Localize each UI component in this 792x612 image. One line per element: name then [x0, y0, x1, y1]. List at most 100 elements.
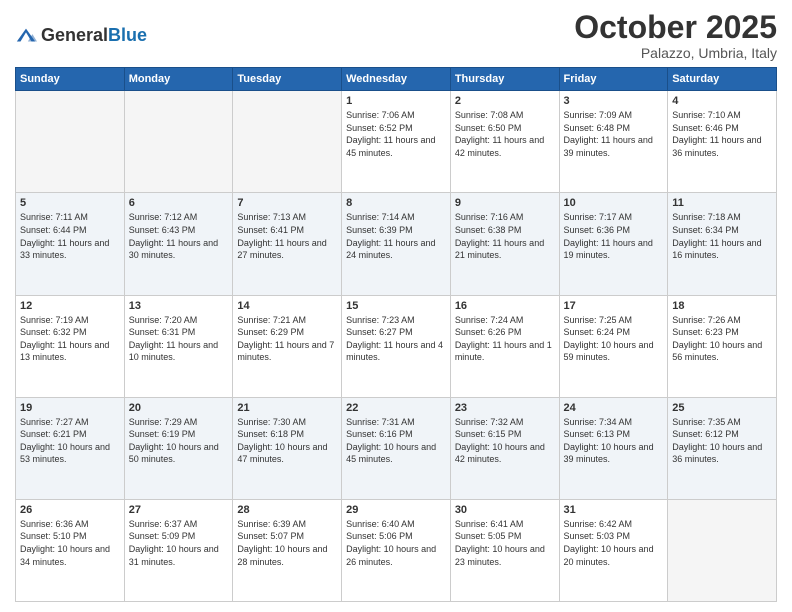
day-info: Sunrise: 7:16 AM Sunset: 6:38 PM Dayligh…: [455, 211, 555, 261]
calendar-week-row: 19Sunrise: 7:27 AM Sunset: 6:21 PM Dayli…: [16, 397, 777, 499]
calendar-header-row: Sunday Monday Tuesday Wednesday Thursday…: [16, 68, 777, 91]
day-info: Sunrise: 7:27 AM Sunset: 6:21 PM Dayligh…: [20, 416, 120, 466]
table-row: 1 Sunrise: 7:06 AM Sunset: 6:52 PM Daylig…: [342, 91, 451, 193]
table-row: 14 Sunrise: 7:21 AM Sunset: 6:29 PM Dayli…: [233, 295, 342, 397]
table-row: 9 Sunrise: 7:16 AM Sunset: 6:38 PM Daylig…: [450, 193, 559, 295]
day-info: Sunrise: 7:18 AM Sunset: 6:34 PM Dayligh…: [672, 211, 772, 261]
table-row: [668, 499, 777, 601]
day-info: Sunrise: 7:34 AM Sunset: 6:13 PM Dayligh…: [564, 416, 664, 466]
col-tuesday: Tuesday: [233, 68, 342, 91]
day-number: 10: [564, 197, 664, 209]
table-row: 19Sunrise: 7:27 AM Sunset: 6:21 PM Dayli…: [16, 397, 125, 499]
logo-text-blue: Blue: [108, 25, 147, 45]
day-number: 5: [20, 197, 120, 209]
table-row: 23 Sunrise: 7:32 AM Sunset: 6:15 PM Dayli…: [450, 397, 559, 499]
day-info: Sunrise: 7:10 AM Sunset: 6:46 PM Dayligh…: [672, 109, 772, 159]
table-row: 15 Sunrise: 7:23 AM Sunset: 6:27 PM Dayli…: [342, 295, 451, 397]
day-number: 21: [237, 402, 337, 414]
table-row: 21Sunrise: 7:30 AM Sunset: 6:18 PM Dayli…: [233, 397, 342, 499]
day-info: Sunrise: 6:37 AM Sunset: 5:09 PM Dayligh…: [129, 518, 229, 568]
day-number: 18: [672, 300, 772, 312]
day-number: 17: [564, 300, 664, 312]
day-number: 31: [564, 504, 664, 516]
day-info: Sunrise: 7:09 AM Sunset: 6:48 PM Dayligh…: [564, 109, 664, 159]
table-row: 18 Sunrise: 7:26 AM Sunset: 6:23 PM Dayli…: [668, 295, 777, 397]
day-number: 27: [129, 504, 229, 516]
day-number: 9: [455, 197, 555, 209]
table-row: 4 Sunrise: 7:10 AM Sunset: 6:46 PM Daylig…: [668, 91, 777, 193]
logo-text-general: General: [41, 25, 108, 45]
day-info: Sunrise: 7:14 AM Sunset: 6:39 PM Dayligh…: [346, 211, 446, 261]
header: GeneralBlue October 2025 Palazzo, Umbria…: [15, 10, 777, 61]
day-info: Sunrise: 7:35 AM Sunset: 6:12 PM Dayligh…: [672, 416, 772, 466]
table-row: 11 Sunrise: 7:18 AM Sunset: 6:34 PM Dayli…: [668, 193, 777, 295]
day-number: 15: [346, 300, 446, 312]
day-info: Sunrise: 7:21 AM Sunset: 6:29 PM Dayligh…: [237, 314, 337, 364]
table-row: 17 Sunrise: 7:25 AM Sunset: 6:24 PM Dayli…: [559, 295, 668, 397]
day-number: 22: [346, 402, 446, 414]
day-number: 30: [455, 504, 555, 516]
col-monday: Monday: [124, 68, 233, 91]
day-info: Sunrise: 7:31 AM Sunset: 6:16 PM Dayligh…: [346, 416, 446, 466]
table-row: 24Sunrise: 7:34 AM Sunset: 6:13 PM Dayli…: [559, 397, 668, 499]
title-block: October 2025 Palazzo, Umbria, Italy: [574, 10, 777, 61]
day-info: Sunrise: 7:17 AM Sunset: 6:36 PM Dayligh…: [564, 211, 664, 261]
day-info: Sunrise: 7:24 AM Sunset: 6:26 PM Dayligh…: [455, 314, 555, 364]
day-info: Sunrise: 7:08 AM Sunset: 6:50 PM Dayligh…: [455, 109, 555, 159]
day-number: 3: [564, 95, 664, 107]
table-row: 5 Sunrise: 7:11 AM Sunset: 6:44 PM Daylig…: [16, 193, 125, 295]
table-row: 2Sunrise: 7:08 AM Sunset: 6:50 PM Daylig…: [450, 91, 559, 193]
location-title: Palazzo, Umbria, Italy: [574, 45, 777, 61]
calendar-table: Sunday Monday Tuesday Wednesday Thursday…: [15, 67, 777, 602]
col-wednesday: Wednesday: [342, 68, 451, 91]
table-row: 7Sunrise: 7:13 AM Sunset: 6:41 PM Daylig…: [233, 193, 342, 295]
table-row: 3 Sunrise: 7:09 AM Sunset: 6:48 PM Daylig…: [559, 91, 668, 193]
table-row: 28Sunrise: 6:39 AM Sunset: 5:07 PM Dayli…: [233, 499, 342, 601]
day-number: 29: [346, 504, 446, 516]
col-friday: Friday: [559, 68, 668, 91]
day-number: 16: [455, 300, 555, 312]
day-info: Sunrise: 7:06 AM Sunset: 6:52 PM Dayligh…: [346, 109, 446, 159]
table-row: 13Sunrise: 7:20 AM Sunset: 6:31 PM Dayli…: [124, 295, 233, 397]
day-number: 28: [237, 504, 337, 516]
logo: GeneralBlue: [15, 25, 147, 47]
day-info: Sunrise: 7:13 AM Sunset: 6:41 PM Dayligh…: [237, 211, 337, 261]
calendar-week-row: 26Sunrise: 6:36 AM Sunset: 5:10 PM Dayli…: [16, 499, 777, 601]
table-row: [16, 91, 125, 193]
table-row: 27 Sunrise: 6:37 AM Sunset: 5:09 PM Dayli…: [124, 499, 233, 601]
day-number: 14: [237, 300, 337, 312]
day-info: Sunrise: 6:42 AM Sunset: 5:03 PM Dayligh…: [564, 518, 664, 568]
calendar-week-row: 12 Sunrise: 7:19 AM Sunset: 6:32 PM Dayli…: [16, 295, 777, 397]
day-number: 11: [672, 197, 772, 209]
table-row: [233, 91, 342, 193]
table-row: [124, 91, 233, 193]
day-number: 1: [346, 95, 446, 107]
day-number: 12: [20, 300, 120, 312]
page: GeneralBlue October 2025 Palazzo, Umbria…: [0, 0, 792, 612]
day-number: 25: [672, 402, 772, 414]
day-info: Sunrise: 7:25 AM Sunset: 6:24 PM Dayligh…: [564, 314, 664, 364]
day-info: Sunrise: 7:29 AM Sunset: 6:19 PM Dayligh…: [129, 416, 229, 466]
table-row: 8 Sunrise: 7:14 AM Sunset: 6:39 PM Daylig…: [342, 193, 451, 295]
day-number: 23: [455, 402, 555, 414]
table-row: 20Sunrise: 7:29 AM Sunset: 6:19 PM Dayli…: [124, 397, 233, 499]
day-info: Sunrise: 7:23 AM Sunset: 6:27 PM Dayligh…: [346, 314, 446, 364]
table-row: 25 Sunrise: 7:35 AM Sunset: 6:12 PM Dayli…: [668, 397, 777, 499]
day-info: Sunrise: 7:32 AM Sunset: 6:15 PM Dayligh…: [455, 416, 555, 466]
table-row: 30Sunrise: 6:41 AM Sunset: 5:05 PM Dayli…: [450, 499, 559, 601]
logo-icon: [15, 25, 37, 47]
day-info: Sunrise: 6:40 AM Sunset: 5:06 PM Dayligh…: [346, 518, 446, 568]
col-saturday: Saturday: [668, 68, 777, 91]
day-number: 13: [129, 300, 229, 312]
day-info: Sunrise: 6:36 AM Sunset: 5:10 PM Dayligh…: [20, 518, 120, 568]
col-sunday: Sunday: [16, 68, 125, 91]
table-row: 26Sunrise: 6:36 AM Sunset: 5:10 PM Dayli…: [16, 499, 125, 601]
day-number: 8: [346, 197, 446, 209]
table-row: 12 Sunrise: 7:19 AM Sunset: 6:32 PM Dayli…: [16, 295, 125, 397]
calendar-week-row: 1 Sunrise: 7:06 AM Sunset: 6:52 PM Daylig…: [16, 91, 777, 193]
day-info: Sunrise: 7:19 AM Sunset: 6:32 PM Dayligh…: [20, 314, 120, 364]
day-info: Sunrise: 7:11 AM Sunset: 6:44 PM Dayligh…: [20, 211, 120, 261]
day-info: Sunrise: 7:26 AM Sunset: 6:23 PM Dayligh…: [672, 314, 772, 364]
table-row: 22 Sunrise: 7:31 AM Sunset: 6:16 PM Dayli…: [342, 397, 451, 499]
day-number: 4: [672, 95, 772, 107]
